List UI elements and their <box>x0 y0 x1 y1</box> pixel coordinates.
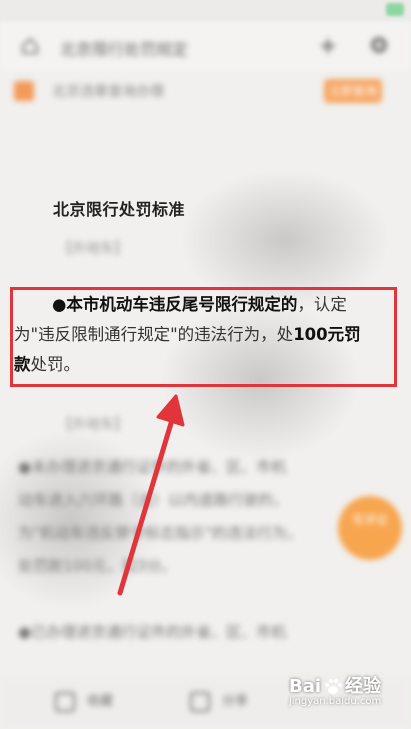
rule-fine-text: 款 <box>14 355 31 374</box>
rule-paragraph: ●本市机动车违反尾号限行规定的，认定 为"违反限制通行规定"的违法行为，处100… <box>14 290 397 380</box>
paragraph-line: 动车进入六环路（含）以内道路行驶的， <box>18 491 289 509</box>
gear-icon[interactable] <box>368 34 390 56</box>
top-nav-bar: 北京限行处罚规定 <box>0 22 411 70</box>
status-bar <box>0 0 411 22</box>
page-title: 北京限行处罚规定 <box>60 40 189 59</box>
rule-bold-text: 本市机动车违反尾号限行规定的 <box>66 295 298 314</box>
watermark-url: jingyan.baidu.com <box>289 696 382 707</box>
watermark-brand: Bai <box>289 676 322 697</box>
watermark-brand: 经验 <box>345 676 382 697</box>
paragraph-line: ●已办理进京通行证件的外省、区、市机 <box>18 623 287 641</box>
rule-text: ，认定 <box>297 295 347 314</box>
rule-fine-text: 100元罚 <box>293 325 361 344</box>
rule-text: 处罚。 <box>30 355 81 374</box>
banner-button[interactable]: 立即查询 <box>324 79 382 103</box>
home-icon[interactable] <box>20 36 40 56</box>
rule-line: ●本市机动车违反尾号限行规定的，认定 <box>14 290 397 320</box>
paw-icon <box>325 679 343 694</box>
rule-line: 为"违反限制通行规定"的违法行为，处100元罚 <box>14 320 397 350</box>
paragraph-line: ●未办理进京通行证件的外省、区、市机 <box>18 458 287 476</box>
favorite-button[interactable]: 收藏 <box>55 690 113 712</box>
baidu-jingyan-watermark: Bai 经验 jingyan.baidu.com <box>289 672 381 707</box>
share-button[interactable]: 分享 <box>190 690 248 712</box>
rule-line: 款处罚。 <box>14 350 397 380</box>
section-label: 【外地车】 <box>58 241 128 257</box>
paragraph-line: 为"机动车违反禁令标志指示"的违法行为， <box>18 524 302 542</box>
promo-banner[interactable]: 北京违章查询办理 立即查询 <box>0 74 411 108</box>
share-icon <box>190 691 210 712</box>
share-label: 分享 <box>222 694 249 709</box>
favorite-label: 收藏 <box>87 694 114 709</box>
battery-icon <box>386 3 404 16</box>
paragraph-line: 处罚款100元，扣3分。 <box>18 557 177 575</box>
article-heading: 北京限行处罚标准 <box>53 200 186 219</box>
star-icon <box>55 691 75 712</box>
article-paragraph: ●未办理进京通行证件的外省、区、市机 动车进入六环路（含）以内道路行驶的， 为"… <box>18 451 328 583</box>
more-icon[interactable] <box>317 35 339 57</box>
banner-icon <box>14 81 34 101</box>
comment-float-button[interactable]: 写评论 <box>338 496 402 560</box>
section-label: 【外地车】 <box>58 417 128 433</box>
article-paragraph: ●已办理进京通行证件的外省、区、市机 <box>18 616 328 649</box>
banner-text: 北京违章查询办理 <box>52 84 164 100</box>
rule-text: 为"违反限制通行规定"的违法行为，处 <box>14 325 294 344</box>
bullet: ● <box>52 295 67 314</box>
